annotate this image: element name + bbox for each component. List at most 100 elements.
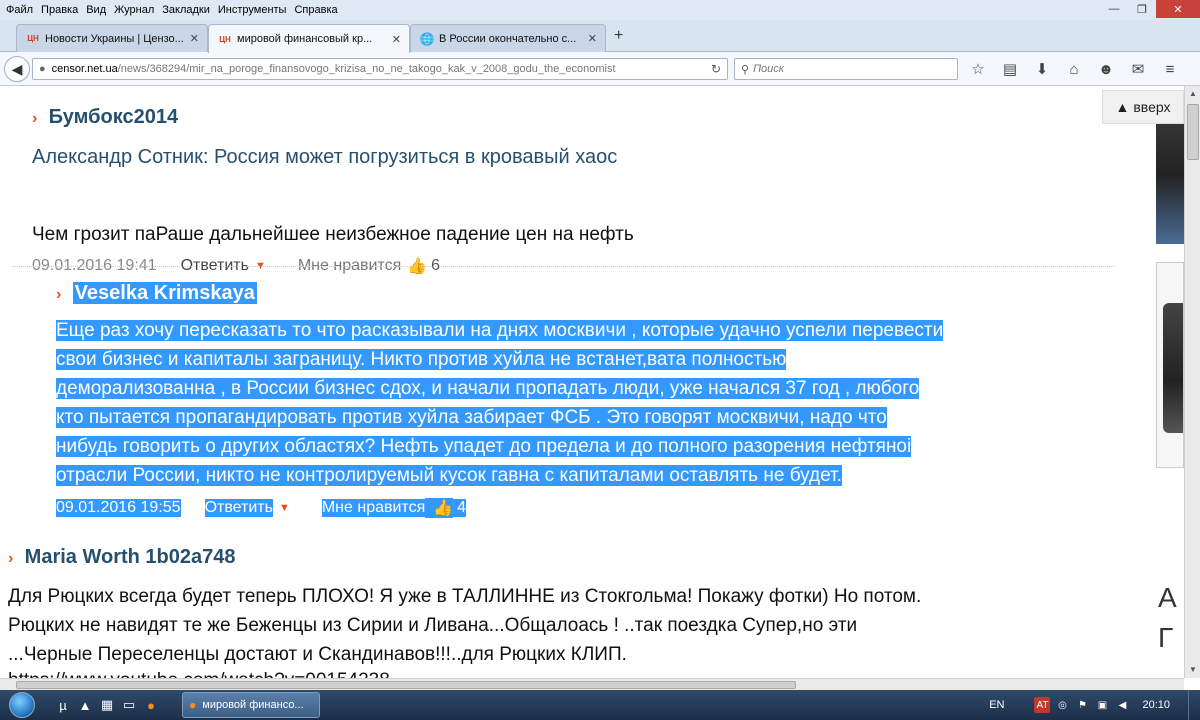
reply-button[interactable]: Ответить [204,499,273,517]
monitor-icon[interactable]: ▭ [118,694,140,716]
address-bar[interactable]: ● censor.net.ua /news/368294/mir_na_poro… [32,58,728,80]
close-tab-icon[interactable]: ✕ [392,33,401,46]
utorrent-icon[interactable]: µ [52,694,74,716]
firefox-icon[interactable]: ● [140,694,162,716]
scrollbar-thumb[interactable] [1187,104,1199,160]
scroll-down-arrow-icon[interactable]: ▼ [1185,662,1200,678]
vertical-scrollbar[interactable]: ▲ ▼ [1184,86,1200,678]
caret-down-icon[interactable]: ▼ [279,502,290,514]
firefox-icon: ● [189,698,197,712]
up-arrow-icon: ▲ [1115,99,1130,115]
tab-title: мировой финансовый кр... [237,33,373,45]
back-arrow-icon: ◀ [11,60,23,77]
thumbs-up-icon[interactable]: 👍 [425,498,454,518]
comment-author[interactable]: Maria Worth 1b02a748 [25,546,236,568]
censor-favicon-icon: ЦН [219,34,231,44]
tab-financial-crisis[interactable]: ЦН мировой финансовый кр... ✕ [208,24,410,53]
comment-link-cutoff[interactable]: https://www.youtube.com/watch?v=00154238 [8,670,390,678]
horizontal-scrollbar[interactable] [0,678,1184,690]
search-input[interactable] [753,63,934,75]
windows-orb-icon [9,692,35,718]
comment-line: отрасли России, никто не контролируемый … [56,465,842,486]
comment-date: 09.01.2016 19:55 [56,499,181,517]
home-icon[interactable]: ⌂ [1058,58,1090,80]
taskbar: µ ▲ ▦ ▭ ● ● мировой финансо... EN AT ◎ ⚑… [0,690,1200,720]
globe-icon: ● [39,63,46,75]
chat-icon[interactable]: ☻ [1090,58,1122,80]
flag-icon[interactable]: ⚑ [1074,697,1090,713]
chevron-right-icon: › [56,286,62,303]
comment-line: Для Рюцких всегда будет теперь ПЛОХО! Я … [8,586,922,607]
comment-author[interactable]: Бумбокс2014 [49,106,178,128]
close-tab-icon[interactable]: ✕ [190,32,199,45]
maximize-button[interactable]: ❐ [1128,0,1156,18]
menu-history[interactable]: Журнал [110,0,158,20]
menu-help[interactable]: Справка [290,0,341,20]
censor-favicon-icon: ЦН [27,34,39,43]
search-icon: ⚲ [741,63,750,76]
comment-line: свои бизнес и капиталы заграницу. Никто … [56,349,787,370]
folder-icon[interactable]: ▦ [96,694,118,716]
toolbar-icons: ☆ ▤ ⬇ ⌂ ☻ ✉ ≡ [962,58,1186,80]
new-tab-icon[interactable]: + [614,27,623,45]
reading-list-icon[interactable]: ▤ [994,58,1026,80]
update-icon[interactable]: ◎ [1054,697,1070,713]
quick-launch: µ ▲ ▦ ▭ ● [52,694,162,716]
like-button[interactable]: Мне нравится [321,499,426,517]
comment-text: Для Рюцких всегда будет теперь ПЛОХО! Я … [8,582,1138,669]
chevron-right-icon: › [8,550,14,567]
sidebar-ad-image[interactable] [1156,106,1184,244]
comment-line: нибудь говорить о других областях? Нефть… [56,436,912,457]
tray-icons: AT ◎ ⚑ ▣ ◀ [1032,697,1132,713]
app-triangle-icon[interactable]: ▲ [74,694,96,716]
menu-view[interactable]: Вид [82,0,110,20]
scroll-up-label: вверх [1133,99,1171,115]
comment-meta: 09.01.2016 19:55 Ответить ▼ Мне нравится… [56,498,467,518]
comment-line: Еще раз хочу пересказать то что расказыв… [56,320,944,341]
minimize-button[interactable]: — [1100,0,1128,18]
sidebar-product-box[interactable] [1156,262,1184,468]
related-article-link[interactable]: Александр Сотник: Россия может погрузить… [32,146,617,169]
back-button[interactable]: ◀ [4,56,30,82]
comment-header: › Veselka Krimskaya [56,282,257,305]
menu-tools[interactable]: Инструменты [214,0,291,20]
mail-icon[interactable]: ✉ [1122,58,1154,80]
scrollbar-thumb[interactable] [16,681,796,689]
clock[interactable]: 20:10 [1142,699,1170,711]
download-icon[interactable]: ⬇ [1026,58,1058,80]
close-tab-icon[interactable]: ✕ [588,32,597,45]
comment-author[interactable]: Veselka Krimskaya [72,282,257,304]
menu-file[interactable]: Файл [2,0,37,20]
url-host: censor.net.ua [51,63,118,75]
antivirus-icon[interactable]: AT [1034,697,1051,713]
taskbar-firefox-window[interactable]: ● мировой финансо... [182,692,320,718]
tab-strip: ЦН Новости Украины | Цензо... ✕ ЦН миров… [0,20,1200,53]
scroll-up-arrow-icon[interactable]: ▲ [1185,86,1200,102]
task-title: мировой финансо... [202,699,304,711]
reload-icon[interactable]: ↻ [711,62,721,76]
comment-header: › Бумбокс2014 [32,106,178,129]
tab-russia[interactable]: 🌐 В России окончательно с... ✕ [410,24,606,52]
language-indicator[interactable]: EN [989,699,1004,711]
menu-bookmarks[interactable]: Закладки [158,0,214,20]
comment-text: Чем грозит паРаше дальнейшее неизбежное … [32,224,634,245]
comment-divider [12,266,1116,267]
scroll-to-top-button[interactable]: ▲ вверх [1102,90,1184,124]
star-icon[interactable]: ☆ [962,58,994,80]
network-icon[interactable]: ▣ [1094,697,1110,713]
tab-censor-news[interactable]: ЦН Новости Украины | Цензо... ✕ [16,24,208,52]
comment-text: Еще раз хочу пересказать то что расказыв… [56,316,1116,490]
like-count: 4 [453,499,467,517]
page-content: ▲ вверх А Г › Бумбокс2014 Александр Сотн… [0,86,1184,678]
search-box[interactable]: ⚲ [734,58,958,80]
comment-header: › Maria Worth 1b02a748 [8,546,236,569]
system-tray: EN AT ◎ ⚑ ▣ ◀ 20:10 [989,690,1200,720]
tab-title: Новости Украины | Цензо... [45,32,184,45]
show-desktop-button[interactable] [1188,690,1200,720]
close-window-button[interactable]: ✕ [1156,0,1200,18]
start-button[interactable] [0,690,44,720]
volume-icon[interactable]: ◀ [1114,697,1130,713]
tab-title: В России окончательно с... [439,32,577,45]
menu-edit[interactable]: Правка [37,0,82,20]
menu-icon[interactable]: ≡ [1154,58,1186,80]
